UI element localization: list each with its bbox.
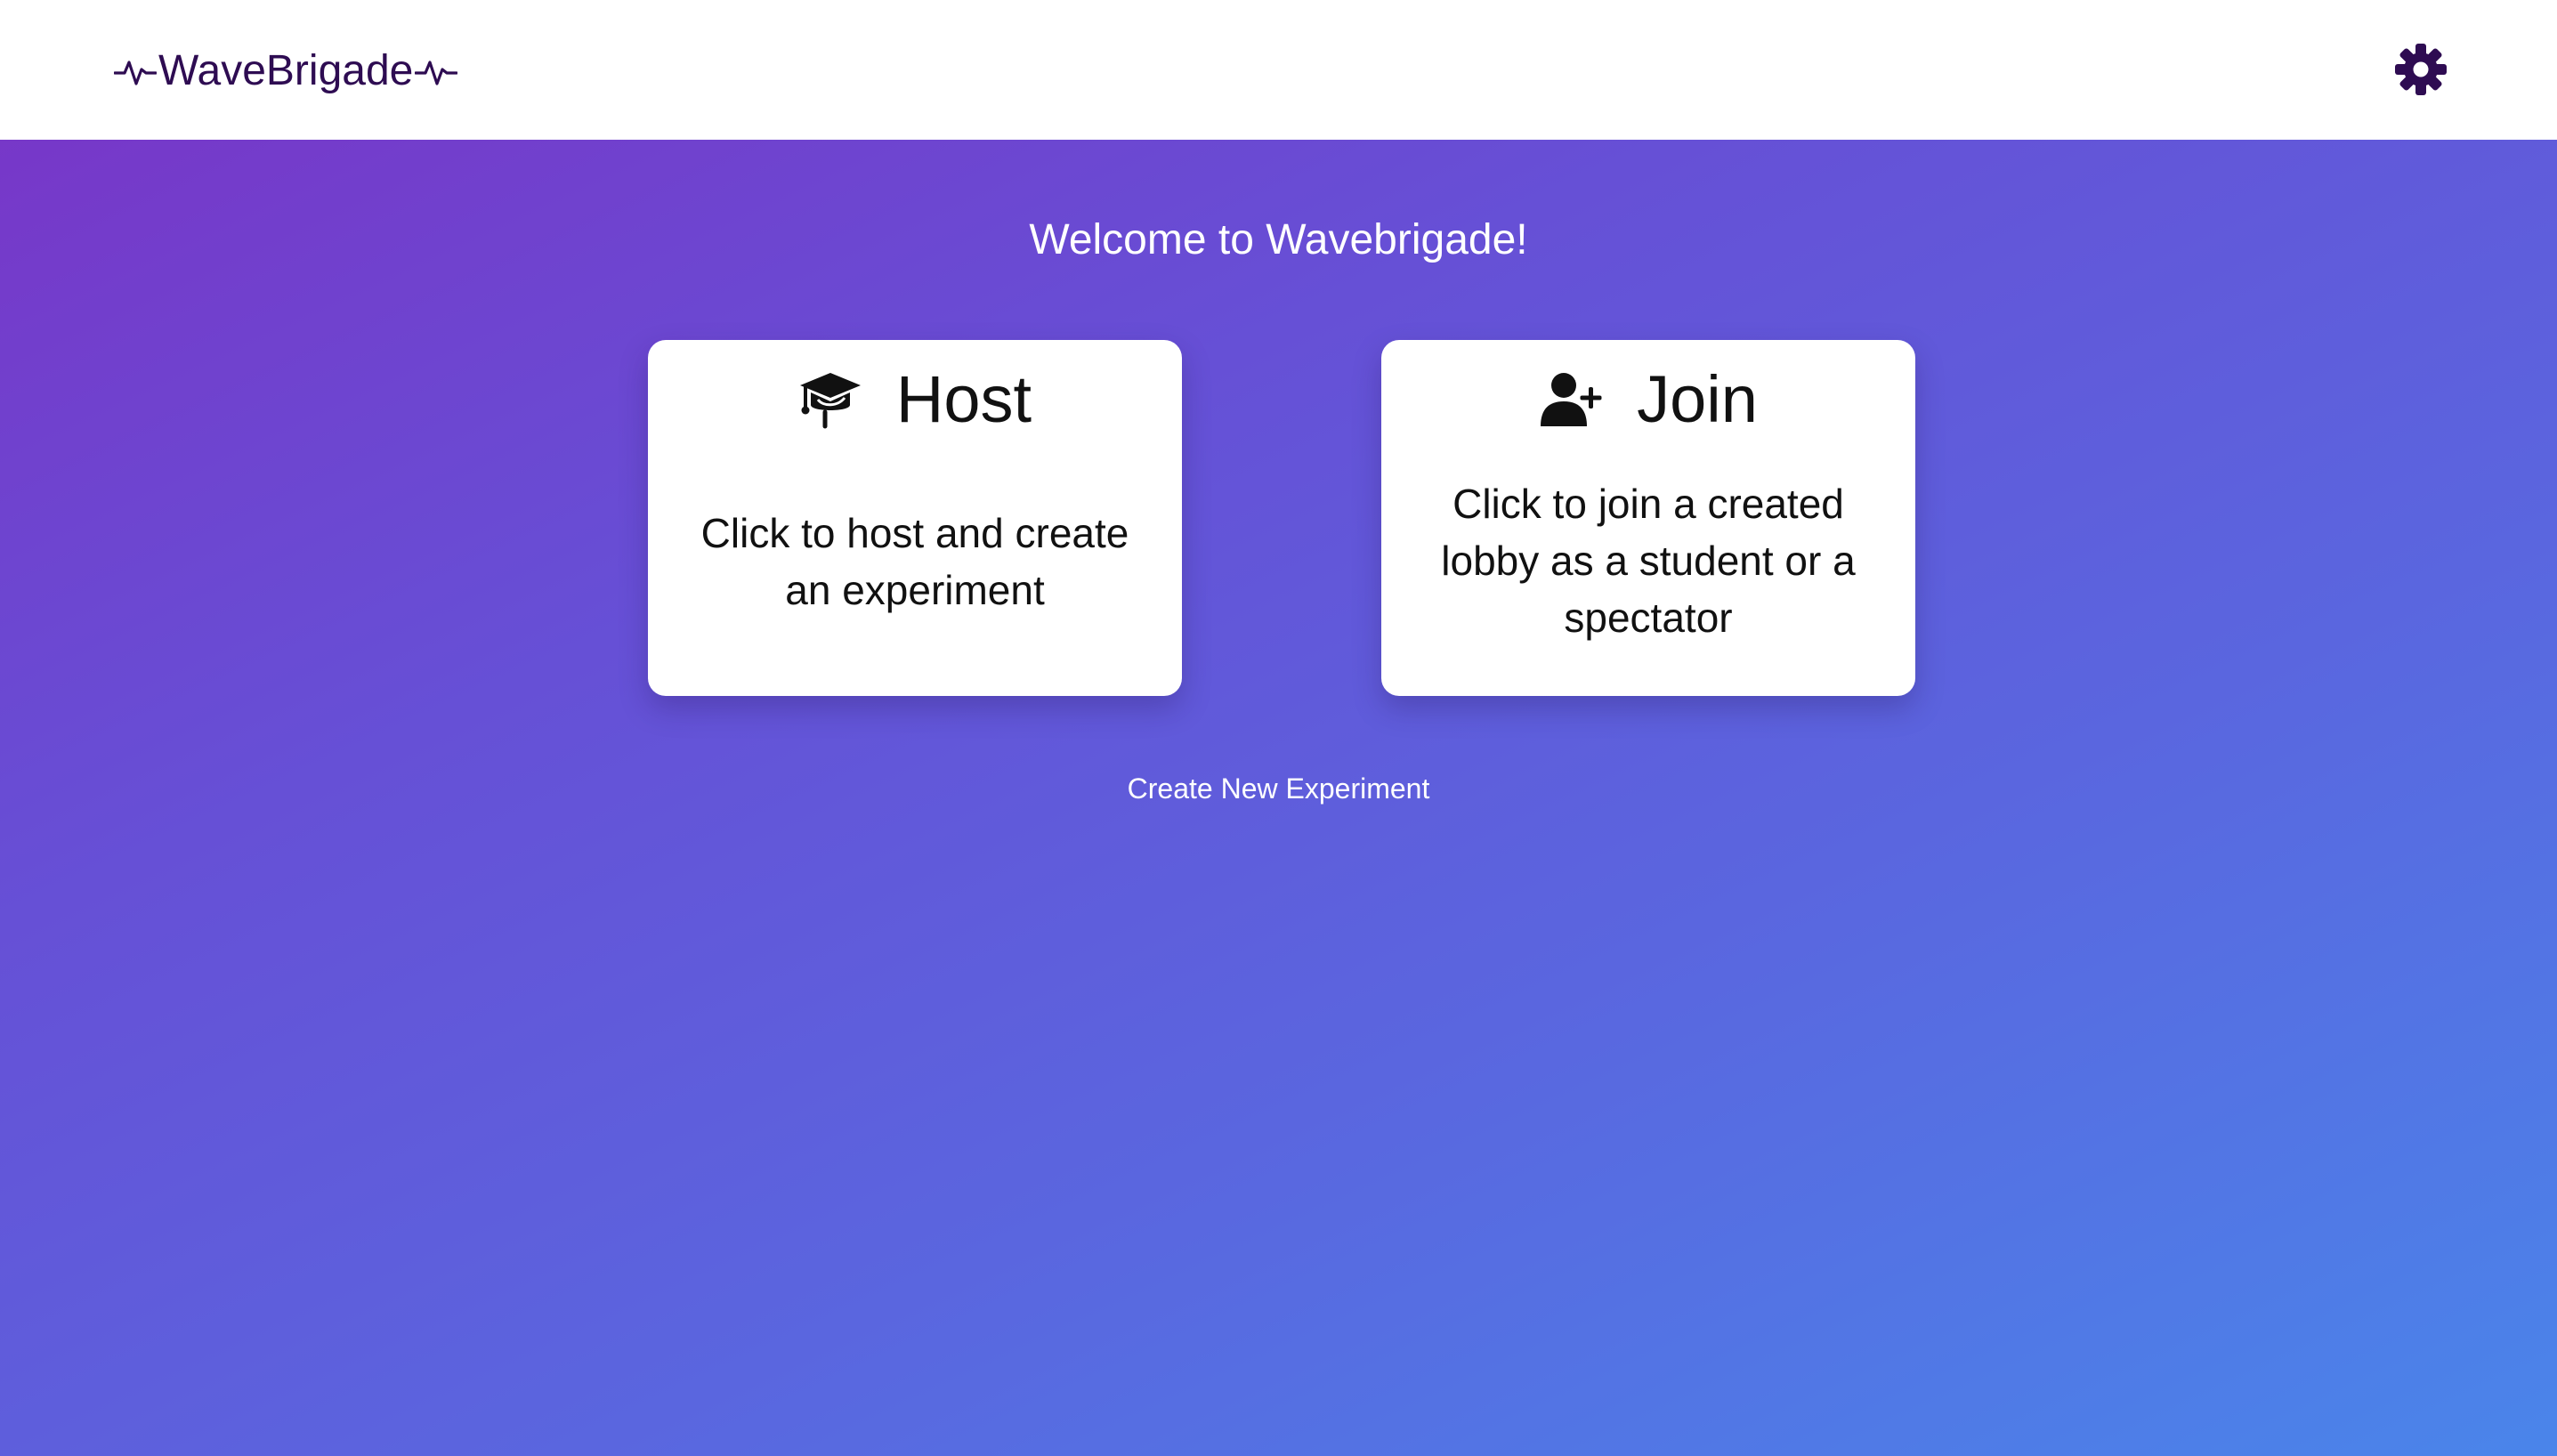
welcome-heading: Welcome to Wavebrigade! <box>1029 216 1528 263</box>
join-card-header: Join <box>1381 360 1915 440</box>
user-plus-icon <box>1541 373 1602 426</box>
pulse-wave-left-icon <box>114 61 157 85</box>
join-card-description: Click to join a created lobby as a stude… <box>1441 481 1856 641</box>
host-card-header: Host <box>648 360 1182 440</box>
wavebrigade-logo[interactable]: WaveBrigade <box>114 44 458 98</box>
settings-button[interactable] <box>2394 43 2448 96</box>
pulse-wave-right-icon <box>415 61 458 85</box>
host-card[interactable]: Host Click to host and create an experim… <box>648 340 1182 696</box>
gear-icon <box>2395 44 2447 95</box>
create-new-experiment-link[interactable]: Create New Experiment <box>1128 772 1430 805</box>
host-card-title: Host <box>895 362 1032 436</box>
create-new-experiment-link-wrapper: Create New Experiment <box>0 769 2557 808</box>
join-card[interactable]: Join Click to join a created lobby as a … <box>1381 340 1915 696</box>
graduation-cap-icon <box>799 373 861 429</box>
join-card-title: Join <box>1637 362 1758 436</box>
top-navbar: WaveBrigade <box>0 0 2557 140</box>
logo-text: WaveBrigade <box>158 47 414 94</box>
host-card-description: Click to host and create an experiment <box>700 510 1129 613</box>
